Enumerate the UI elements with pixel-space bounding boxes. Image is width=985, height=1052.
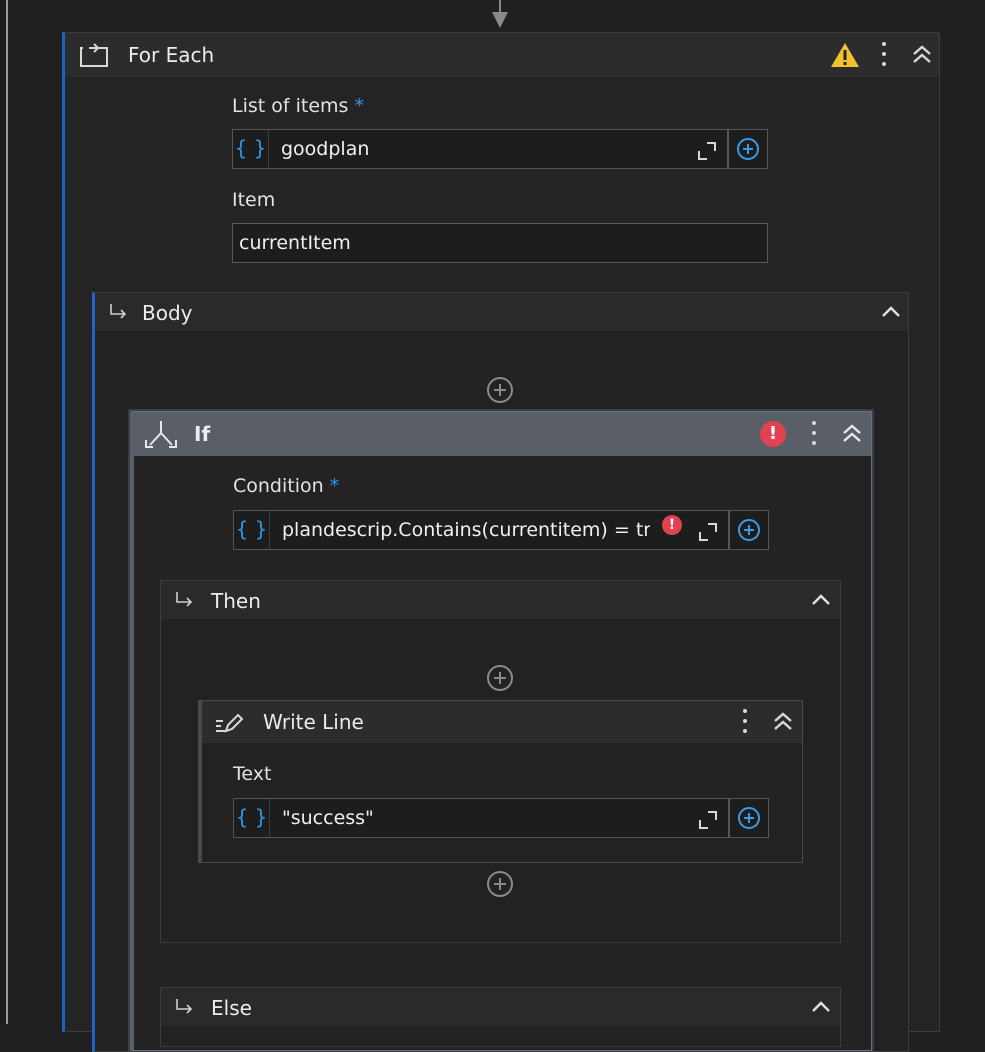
add-argument-button[interactable] — [729, 510, 769, 550]
condition-label: Condition * — [233, 475, 340, 497]
body-header[interactable]: Body — [95, 293, 908, 331]
chevron-up-icon[interactable] — [811, 1000, 831, 1014]
then-header[interactable]: Then — [161, 581, 840, 619]
collapse-icon[interactable] — [911, 45, 933, 65]
branch-arrow-icon — [176, 592, 193, 607]
warning-icon[interactable] — [829, 41, 861, 69]
foreach-header[interactable]: For Each — [65, 33, 939, 77]
item-label: Item — [232, 189, 276, 211]
if-branch-icon — [145, 421, 177, 448]
branch-arrow-icon — [110, 304, 127, 319]
text-label: Text — [233, 763, 272, 785]
if-title: If — [194, 422, 211, 446]
plus-circle-icon — [738, 519, 760, 541]
error-icon[interactable]: ! — [760, 421, 786, 447]
writeline-title: Write Line — [263, 710, 364, 734]
expression-brace-icon: { } — [234, 799, 270, 837]
expand-editor-icon[interactable] — [698, 810, 718, 830]
expression-brace-icon: { } — [234, 511, 270, 549]
text-value[interactable]: "success" — [282, 807, 374, 829]
item-value[interactable]: currentItem — [239, 232, 351, 254]
add-activity-button[interactable] — [487, 665, 513, 691]
plus-circle-icon — [737, 138, 759, 160]
left-rail — [0, 0, 8, 1024]
flow-arrow-icon — [492, 12, 508, 28]
expand-editor-icon[interactable] — [697, 141, 717, 161]
condition-value[interactable]: plandescrip.Contains(currentitem) = true — [282, 519, 650, 541]
add-argument-button[interactable] — [729, 798, 769, 838]
error-icon[interactable]: ! — [662, 515, 682, 535]
list-of-items-field[interactable]: { } goodplan — [232, 129, 728, 169]
then-title: Then — [211, 589, 261, 613]
foreach-loop-icon — [80, 43, 108, 67]
expand-editor-icon[interactable] — [698, 522, 718, 542]
collapse-icon[interactable] — [841, 424, 863, 444]
expression-brace-icon: { } — [233, 130, 269, 168]
add-activity-button[interactable] — [487, 871, 513, 897]
else-title: Else — [211, 996, 252, 1020]
text-field[interactable]: { } "success" — [233, 798, 729, 838]
writeline-header[interactable]: Write Line — [202, 701, 802, 743]
foreach-title: For Each — [128, 43, 215, 67]
else-sequence[interactable]: Else — [160, 987, 841, 1047]
chevron-up-icon[interactable] — [811, 593, 831, 607]
branch-arrow-icon — [176, 999, 193, 1014]
more-options-icon[interactable] — [881, 42, 887, 68]
collapse-icon[interactable] — [772, 712, 794, 732]
more-options-icon[interactable] — [742, 709, 748, 735]
add-activity-button[interactable] — [487, 377, 513, 403]
else-header[interactable]: Else — [161, 988, 840, 1026]
plus-circle-icon — [738, 807, 760, 829]
add-argument-button[interactable] — [728, 129, 768, 169]
condition-field[interactable]: { } plandescrip.Contains(currentitem) = … — [233, 510, 729, 550]
chevron-up-icon[interactable] — [881, 305, 901, 319]
if-header[interactable]: If ! — [134, 412, 871, 456]
item-field[interactable]: currentItem — [232, 223, 768, 263]
list-of-items-label: List of items * — [232, 95, 364, 117]
writeline-activity[interactable]: Write Line Text { } "success" — [198, 700, 803, 863]
body-title: Body — [142, 301, 193, 325]
more-options-icon[interactable] — [811, 421, 817, 447]
list-of-items-value[interactable]: goodplan — [281, 138, 369, 160]
write-pen-icon — [216, 713, 244, 733]
